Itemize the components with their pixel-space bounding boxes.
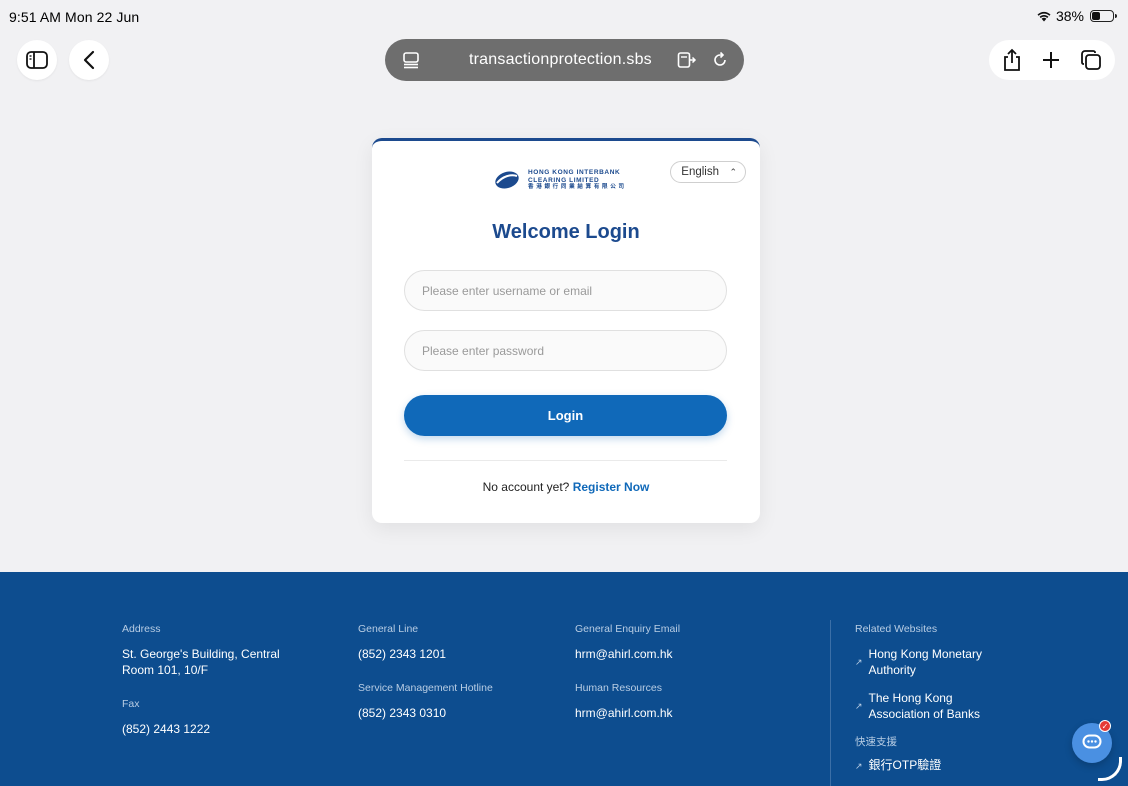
address-line2: Room 101, 10/F [122, 663, 209, 677]
back-button[interactable] [69, 40, 109, 80]
logo-mark-icon [494, 170, 520, 190]
footer: Address St. George's Building, Central R… [0, 572, 1128, 786]
quick-support-label: 快速支援 [855, 736, 897, 748]
url-text[interactable]: transactionprotection.sbs [469, 51, 652, 69]
card-divider [404, 460, 727, 461]
logo-text: HONG KONG INTERBANK CLEARING LIMITED 香 港… [528, 169, 625, 192]
address-line1: St. George's Building, Central [122, 647, 280, 661]
footer-email-col: General Enquiry Email hrm@ahirl.com.hk H… [575, 623, 680, 721]
related-link-text: The Hong Kong Association of Banks [868, 691, 980, 721]
service-hotline-label: Service Management Hotline [358, 682, 493, 694]
quick-support-text: 銀行OTP驗證 [868, 758, 942, 772]
toolbar-actions [989, 40, 1115, 80]
chat-notification-badge: ✓ [1099, 720, 1111, 732]
login-button[interactable]: Login [404, 395, 727, 436]
status-right: 38% [1036, 8, 1117, 24]
password-input[interactable] [404, 330, 727, 371]
hr-value[interactable]: hrm@ahirl.com.hk [575, 705, 680, 721]
external-link-icon: ↗ [855, 657, 863, 667]
service-hotline-value: (852) 2343 0310 [358, 706, 447, 720]
wifi-icon [1036, 10, 1052, 22]
related-link-hkma[interactable]: ↗ Hong Kong Monetary Authority [855, 646, 982, 678]
back-icon [83, 50, 95, 70]
register-prompt: No account yet? Register Now [372, 480, 760, 494]
login-title: Welcome Login [492, 221, 640, 243]
related-link-hkab[interactable]: ↗ The Hong Kong Association of Banks [855, 690, 982, 722]
battery-icon [1090, 10, 1117, 22]
language-select[interactable]: English ⌃ [670, 161, 746, 183]
username-input[interactable] [404, 270, 727, 311]
fax-value: (852) 2443 1222 [122, 722, 211, 736]
logo-line1: HONG KONG INTERBANK [528, 169, 621, 176]
footer-address-col: Address St. George's Building, Central R… [122, 623, 280, 737]
battery-fill [1092, 12, 1100, 20]
sidebar-icon [26, 51, 48, 69]
related-link-text: Hong Kong Monetary Authority [868, 647, 982, 677]
new-tab-icon[interactable] [1041, 50, 1061, 70]
enquiry-email-label: General Enquiry Email [575, 623, 681, 635]
language-value: English [681, 166, 719, 178]
reload-icon[interactable] [711, 51, 729, 69]
external-link-icon: ↗ [855, 701, 863, 711]
address-bar[interactable]: transactionprotection.sbs [385, 39, 744, 81]
tab-icon[interactable] [402, 51, 420, 69]
quick-support-link[interactable]: ↗ 銀行OTP驗證 [855, 757, 982, 774]
status-time: 9:51 AM Mon 22 Jun [9, 9, 140, 25]
fax-label: Fax [122, 698, 140, 710]
address-label: Address [122, 623, 161, 635]
logo-line3: 香 港 銀 行 同 業 結 算 有 限 公 司 [528, 184, 625, 190]
chevron-updown-icon: ⌃ [729, 167, 737, 177]
tabs-overview-icon[interactable] [1080, 49, 1102, 71]
logo-line2: CLEARING LIMITED [528, 176, 600, 184]
chat-icon [1082, 734, 1102, 752]
general-line-label: General Line [358, 623, 419, 635]
footer-related-col: Related Websites ↗ Hong Kong Monetary Aut… [855, 623, 982, 786]
footer-divider [830, 620, 831, 786]
share-icon[interactable] [1002, 48, 1022, 72]
enquiry-email-value[interactable]: hrm@ahirl.com.hk [575, 646, 680, 662]
register-link[interactable]: Register Now [573, 480, 650, 494]
hr-label: Human Resources [575, 682, 662, 694]
external-link-icon: ↗ [855, 761, 863, 771]
reader-icon[interactable] [677, 51, 697, 69]
footer-phone-col: General Line (852) 2343 1201 Service Man… [358, 623, 493, 721]
general-line-value: (852) 2343 1201 [358, 647, 447, 661]
login-card: English ⌃ HONG KONG INTERBANK CLEARING L… [372, 138, 760, 523]
status-bar: 9:51 AM Mon 22 Jun 38% [0, 0, 1128, 30]
sidebar-button[interactable] [17, 40, 57, 80]
hkicl-logo: HONG KONG INTERBANK CLEARING LIMITED 香 港… [494, 169, 625, 192]
related-label: Related Websites [855, 623, 938, 635]
no-account-text: No account yet? [482, 480, 570, 494]
battery-percent: 38% [1055, 8, 1084, 24]
